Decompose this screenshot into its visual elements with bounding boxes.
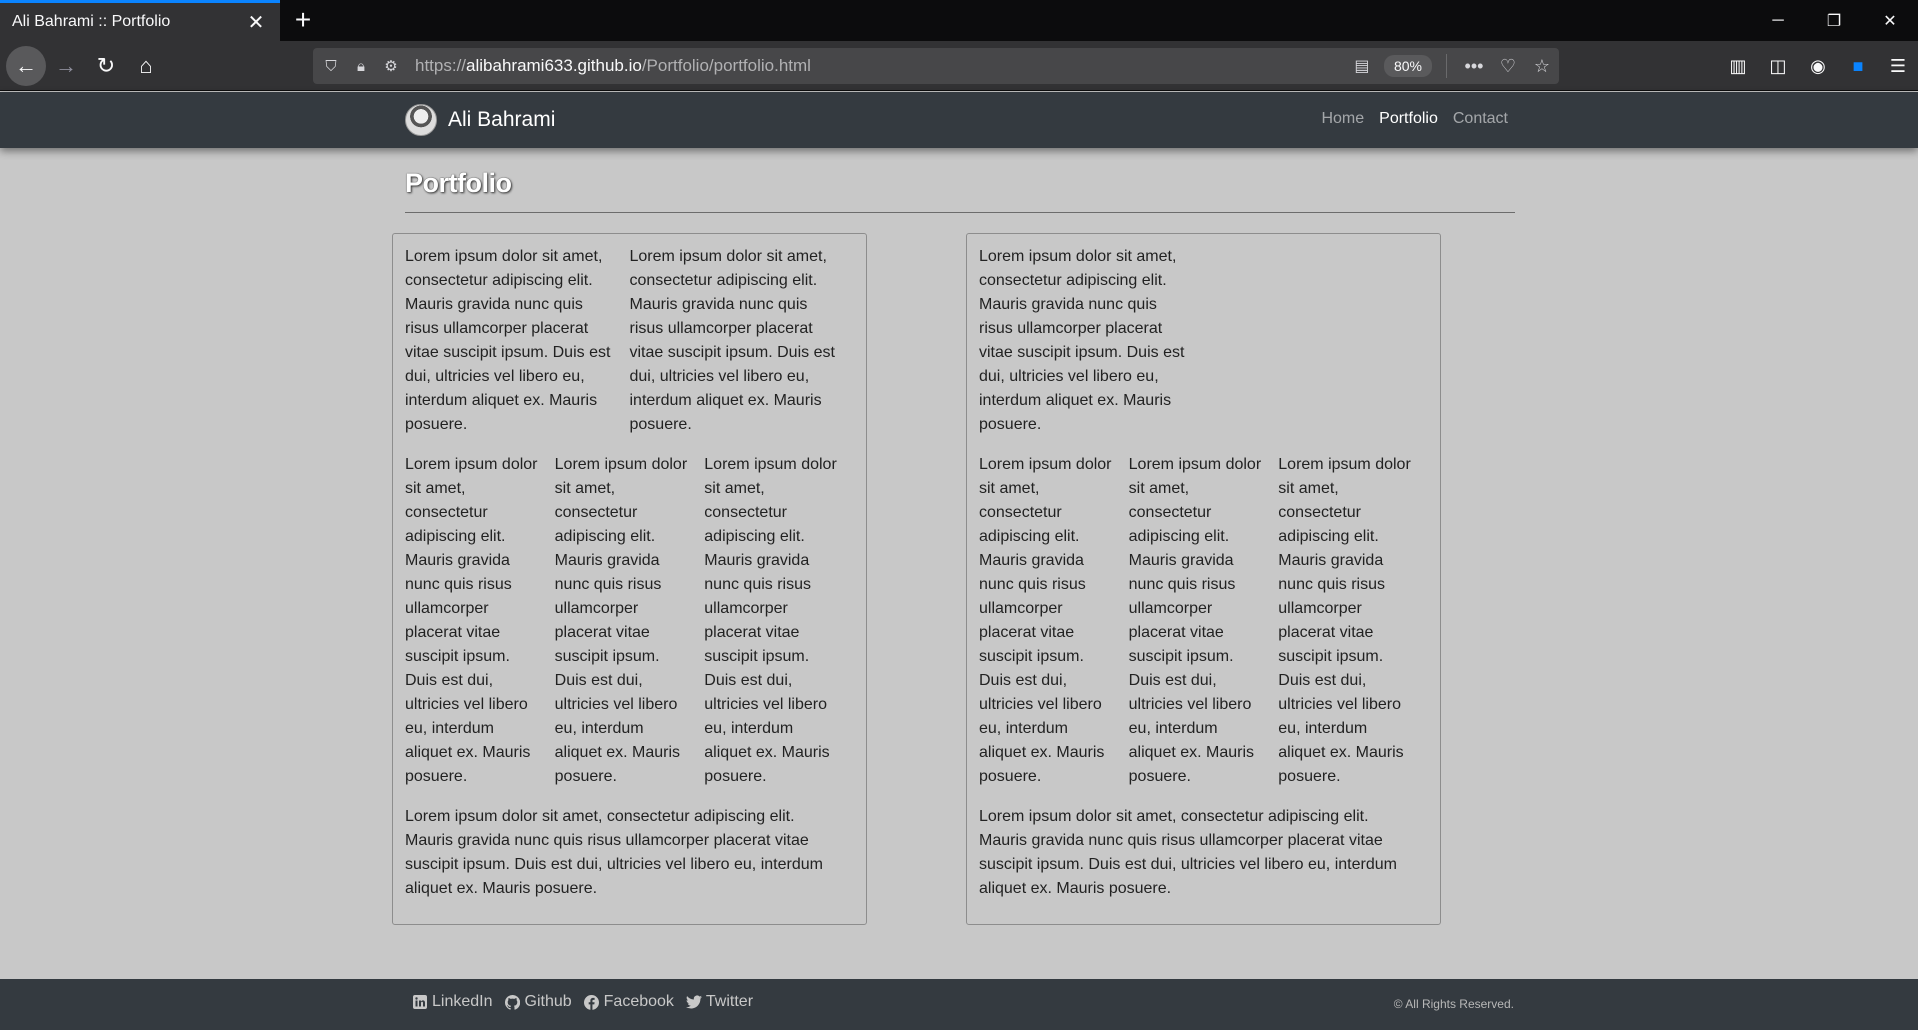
toolbar-right: ▥ ◫ ◉ ■ ☰: [1718, 48, 1918, 84]
browser-toolbar: ← → ↻ ⌂ ⛉ 🔒︎ ⚙ https://alibahrami633.git…: [0, 41, 1918, 91]
facebook-icon: [584, 994, 600, 1010]
paragraph: Lorem ipsum dolor sit amet, consectetur …: [405, 456, 538, 785]
tracking-shield-icon[interactable]: ⛉: [319, 58, 343, 75]
social-links: LinkedIn Github Facebook Twitter: [412, 993, 753, 1011]
github-label: Github: [524, 993, 572, 1010]
close-window-icon[interactable]: ✕: [1862, 0, 1918, 41]
sync-icon[interactable]: ■: [1838, 48, 1878, 84]
url-path: /Portfolio/portfolio.html: [641, 56, 811, 75]
twitter-icon: [685, 994, 702, 1010]
linkedin-label: LinkedIn: [432, 993, 493, 1010]
paragraph: Lorem ipsum dolor sit amet, consectetur …: [629, 248, 835, 433]
page-title: Portfolio: [405, 168, 512, 198]
restore-icon[interactable]: ❐: [1806, 0, 1862, 41]
paragraph: Lorem ipsum dolor sit amet, consectetur …: [979, 808, 1397, 897]
paragraph: Lorem ipsum dolor sit amet, consectetur …: [1128, 456, 1262, 785]
facebook-label: Facebook: [603, 993, 674, 1010]
linkedin-icon: [412, 994, 428, 1010]
twitter-link[interactable]: Twitter: [685, 993, 754, 1011]
card-row-single: Lorem ipsum dolor sit amet, consectetur …: [979, 245, 1428, 437]
library-icon[interactable]: ▥: [1718, 48, 1758, 84]
facebook-link[interactable]: Facebook: [584, 993, 674, 1011]
zoom-level-badge[interactable]: 80%: [1383, 55, 1432, 77]
new-tab-icon[interactable]: +: [286, 4, 320, 38]
paragraph: Lorem ipsum dolor sit amet, consectetur …: [554, 456, 688, 785]
paragraph: Lorem ipsum dolor sit amet, consectetur …: [979, 456, 1112, 785]
linkedin-link[interactable]: LinkedIn: [412, 993, 493, 1011]
tab-title: Ali Bahrami :: Portfolio: [12, 13, 171, 30]
site-footer: LinkedIn Github Facebook Twitter © All R…: [0, 979, 1918, 1030]
portfolio-card-left: Lorem ipsum dolor sit amet, consectetur …: [392, 233, 867, 925]
close-tab-icon[interactable]: ✕: [244, 10, 268, 35]
paragraph: Lorem ipsum dolor sit amet, consectetur …: [405, 808, 823, 897]
site-nav: Home Portfolio Contact: [1321, 110, 1508, 128]
paragraph: Lorem ipsum dolor sit amet, consectetur …: [405, 248, 611, 433]
lock-icon[interactable]: 🔒︎: [349, 58, 373, 75]
nav-portfolio[interactable]: Portfolio: [1379, 110, 1438, 128]
paragraph: Lorem ipsum dolor sit amet, consectetur …: [1278, 456, 1411, 785]
bookmark-star-icon[interactable]: ☆: [1525, 56, 1559, 77]
card-row-three-col: Lorem ipsum dolor sit amet, consectetur …: [405, 453, 854, 789]
github-icon: [505, 994, 521, 1010]
reload-icon[interactable]: ↻: [88, 48, 124, 84]
reader-view-icon[interactable]: ▤: [1348, 56, 1376, 76]
card-row-full: Lorem ipsum dolor sit amet, consectetur …: [405, 805, 854, 901]
window-controls: ─ ❐ ✕: [1750, 0, 1918, 41]
avatar: [405, 104, 437, 136]
page-actions-icon[interactable]: •••: [1457, 56, 1491, 77]
card-row-three-col: Lorem ipsum dolor sit amet, consectetur …: [979, 453, 1428, 789]
paragraph: Lorem ipsum dolor sit amet, consectetur …: [704, 456, 837, 785]
account-icon[interactable]: ◉: [1798, 48, 1838, 84]
twitter-label: Twitter: [705, 993, 754, 1010]
card-row-full: Lorem ipsum dolor sit amet, consectetur …: [979, 805, 1428, 901]
permissions-icon[interactable]: ⚙: [379, 57, 403, 75]
github-link[interactable]: Github: [505, 993, 572, 1011]
home-icon[interactable]: ⌂: [128, 48, 164, 84]
url-prefix: https://: [415, 56, 467, 75]
paragraph: Lorem ipsum dolor sit amet, consectetur …: [979, 248, 1185, 433]
nav-contact[interactable]: Contact: [1453, 110, 1508, 128]
url-host: alibahrami633.github.io: [466, 56, 642, 75]
sidebar-icon[interactable]: ◫: [1758, 48, 1798, 84]
browser-tab-active[interactable]: Ali Bahrami :: Portfolio ✕: [0, 0, 280, 41]
url-bar-divider: [1446, 54, 1447, 78]
nav-home[interactable]: Home: [1321, 110, 1364, 128]
portfolio-card-right: Lorem ipsum dolor sit amet, consectetur …: [966, 233, 1441, 925]
title-divider: [405, 212, 1515, 213]
pocket-icon[interactable]: ♡: [1491, 56, 1525, 77]
hamburger-menu-icon[interactable]: ☰: [1878, 48, 1918, 84]
back-arrow-icon[interactable]: ←: [6, 46, 46, 86]
copyright-text: © All Rights Reserved.: [1393, 997, 1514, 1011]
browser-tab-strip: Ali Bahrami :: Portfolio ✕ + ─ ❐ ✕: [0, 0, 1918, 41]
site-header: Ali Bahrami Home Portfolio Contact: [0, 92, 1918, 148]
url-text[interactable]: https://alibahrami633.github.io/Portfoli…: [415, 56, 1348, 76]
minimize-icon[interactable]: ─: [1750, 0, 1806, 41]
card-row-two-col: Lorem ipsum dolor sit amet, consectetur …: [405, 245, 854, 437]
brand-name: Ali Bahrami: [448, 108, 556, 131]
url-bar[interactable]: ⛉ 🔒︎ ⚙ https://alibahrami633.github.io/P…: [313, 48, 1559, 84]
forward-arrow-icon[interactable]: →: [48, 48, 84, 84]
brand-link[interactable]: Ali Bahrami: [405, 104, 555, 136]
